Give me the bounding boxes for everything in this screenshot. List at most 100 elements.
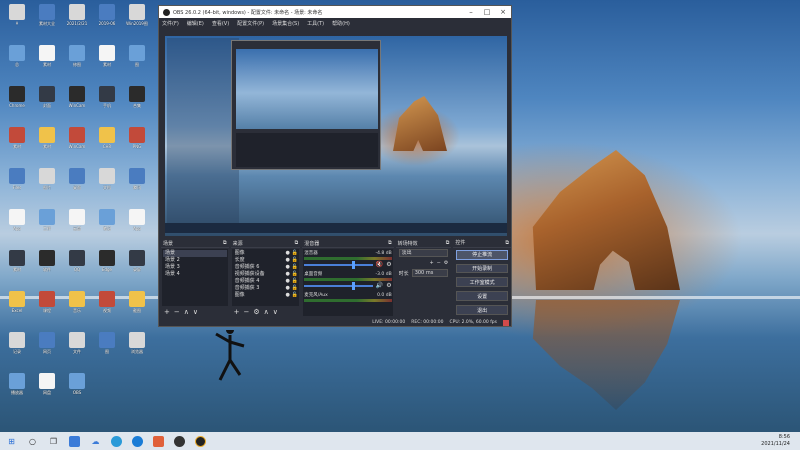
desktop-icon[interactable]: App <box>3 209 31 243</box>
desktop-icon[interactable]: 云盘 <box>63 209 91 243</box>
desktop-icon[interactable]: 修图 <box>63 45 91 79</box>
desktop-icon[interactable]: 封面 <box>33 86 61 120</box>
eye-icon[interactable]: ● <box>284 292 291 299</box>
browser-icon[interactable] <box>132 435 143 447</box>
desktop-icon[interactable]: 素材大全 <box>33 4 61 38</box>
desktop-icon[interactable]: 记录 <box>3 332 31 366</box>
close-icon[interactable]: × <box>495 6 511 18</box>
desktop-icon[interactable]: 工作 <box>33 209 61 243</box>
dock-float-icon[interactable]: ⧉ <box>223 240 227 246</box>
dock-float-icon[interactable]: ⧉ <box>295 240 299 246</box>
duration-input[interactable]: 300 ms <box>411 269 449 277</box>
desktop-icon[interactable]: Win2019图 <box>123 4 151 38</box>
eye-icon[interactable]: ● <box>284 278 291 285</box>
lock-icon[interactable]: 🔓 <box>291 257 298 264</box>
settings-button[interactable]: 设置 <box>456 291 508 302</box>
desktop-icon[interactable]: 图片 <box>33 168 61 202</box>
dock-float-icon[interactable]: ⧉ <box>505 240 509 246</box>
obs-icon[interactable] <box>195 435 206 447</box>
source-item[interactable]: 图像 ● 🔓 <box>233 292 299 299</box>
minimize-icon[interactable]: – <box>463 6 479 18</box>
stop-streaming-button[interactable]: 停止推流 <box>456 249 508 260</box>
menu-tools[interactable]: 工具(T) <box>307 20 324 27</box>
desktop-icon[interactable]: CHR <box>93 127 121 161</box>
gear-icon[interactable]: ⚙ <box>386 282 391 289</box>
desktop-icon[interactable]: OBS <box>63 373 91 407</box>
transition-select[interactable]: 淡出 <box>398 249 449 257</box>
volume-slider[interactable] <box>304 260 373 269</box>
menu-profile[interactable]: 配置文件(P) <box>237 20 264 27</box>
exit-button[interactable]: 退出 <box>456 305 508 315</box>
desktop-icon[interactable]: 素材 <box>3 250 31 284</box>
desktop-icon[interactable]: 视频 <box>93 291 121 325</box>
maximize-icon[interactable]: □ <box>479 6 495 18</box>
desktop-icon[interactable]: 总 <box>3 45 31 79</box>
dock-float-icon[interactable]: ⧉ <box>446 240 450 246</box>
search-icon[interactable]: ○ <box>27 436 38 447</box>
scene-item[interactable]: 场景 <box>163 250 227 257</box>
desktop-icon[interactable]: 图 <box>93 332 121 366</box>
menu-view[interactable]: 查看(V) <box>212 20 229 27</box>
remove-source-icon[interactable]: − <box>243 308 249 316</box>
move-up-icon[interactable]: ∧ <box>184 308 189 316</box>
dock-float-icon[interactable]: ⧉ <box>388 240 392 246</box>
desktop-icon[interactable]: 录屏 <box>123 250 151 284</box>
eye-icon[interactable]: ● <box>284 271 291 278</box>
lock-icon[interactable]: 🔓 <box>291 264 298 271</box>
desktop-icon[interactable]: 网页 <box>33 332 61 366</box>
menu-file[interactable]: 文件(F) <box>162 20 179 27</box>
lock-icon[interactable]: 🔓 <box>291 285 298 292</box>
eye-icon[interactable]: ● <box>284 250 291 257</box>
desktop-icon[interactable]: 浏览器 <box>123 332 151 366</box>
desktop-icon[interactable]: 播放器 <box>3 373 31 407</box>
lock-icon[interactable]: 🔓 <box>291 292 298 299</box>
desktop-icon[interactable]: 素材 <box>3 127 31 161</box>
speaker-icon[interactable]: 🔊 <box>376 282 383 289</box>
lock-icon[interactable]: 🔓 <box>291 271 298 278</box>
add-scene-icon[interactable]: + <box>164 308 170 316</box>
gear-icon[interactable]: ⚙ <box>253 308 259 316</box>
source-item[interactable]: 音频捕获 4 ● 🔓 <box>233 278 299 285</box>
eye-icon[interactable]: ● <box>284 285 291 292</box>
desktop-icon[interactable]: PNG <box>123 127 151 161</box>
start-recording-button[interactable]: 开始录制 <box>456 263 508 274</box>
scene-item[interactable]: 场景 2 <box>163 257 227 264</box>
desktop-icon[interactable]: 文档 <box>93 168 121 202</box>
volume-slider[interactable] <box>304 281 373 290</box>
store-icon[interactable] <box>69 435 80 447</box>
desktop-icon[interactable]: App <box>123 209 151 243</box>
scene-item[interactable]: 场景 4 <box>163 271 227 278</box>
desktop-icon[interactable]: 2019-06 <box>93 4 121 38</box>
source-item[interactable]: 长度 ● 🔓 <box>233 257 299 264</box>
move-down-icon[interactable]: ∨ <box>193 308 198 316</box>
desktop-icon[interactable]: 2021/2/21 <box>63 4 91 38</box>
move-down-icon[interactable]: ∨ <box>273 308 278 316</box>
desktop-icon[interactable]: Excel <box>3 291 31 325</box>
source-item[interactable]: 图像 ● 🔓 <box>233 250 299 257</box>
source-item[interactable]: 视频捕获设备 ● 🔓 <box>233 271 299 278</box>
desktop-icon[interactable]: A <box>3 4 31 38</box>
desktop-icon[interactable]: Chrome <box>3 86 31 120</box>
source-item[interactable]: 音频捕获 3 ● 🔓 <box>233 285 299 292</box>
menu-edit[interactable]: 编辑(E) <box>187 20 204 27</box>
source-item[interactable]: 音频捕获 6 ● 🔓 <box>233 264 299 271</box>
scene-item[interactable]: 场景 3 <box>163 264 227 271</box>
menu-scene-collection[interactable]: 场景集合(S) <box>272 20 299 27</box>
desktop-icon[interactable]: 素材 <box>33 45 61 79</box>
desktop-icon[interactable]: Edge <box>93 250 121 284</box>
remove-transition-icon[interactable]: − <box>437 260 441 266</box>
edge-icon[interactable] <box>111 435 122 447</box>
desktop-icon[interactable]: QQ <box>63 250 91 284</box>
desktop-icon[interactable]: 课程 <box>33 291 61 325</box>
desktop-icon[interactable]: 素材 <box>33 127 61 161</box>
move-up-icon[interactable]: ∧ <box>264 308 269 316</box>
desktop-icon[interactable]: 网盘 <box>33 373 61 407</box>
desktop-icon[interactable]: 文件 <box>63 332 91 366</box>
cloud-drive-icon[interactable] <box>174 435 185 447</box>
gear-icon[interactable]: ⚙ <box>386 261 391 268</box>
lock-icon[interactable]: 🔓 <box>291 250 298 257</box>
remove-scene-icon[interactable]: − <box>174 308 180 316</box>
desktop-icon[interactable]: 音乐 <box>63 291 91 325</box>
gear-icon[interactable]: ⚙ <box>444 260 448 266</box>
preview-canvas[interactable] <box>165 36 507 236</box>
